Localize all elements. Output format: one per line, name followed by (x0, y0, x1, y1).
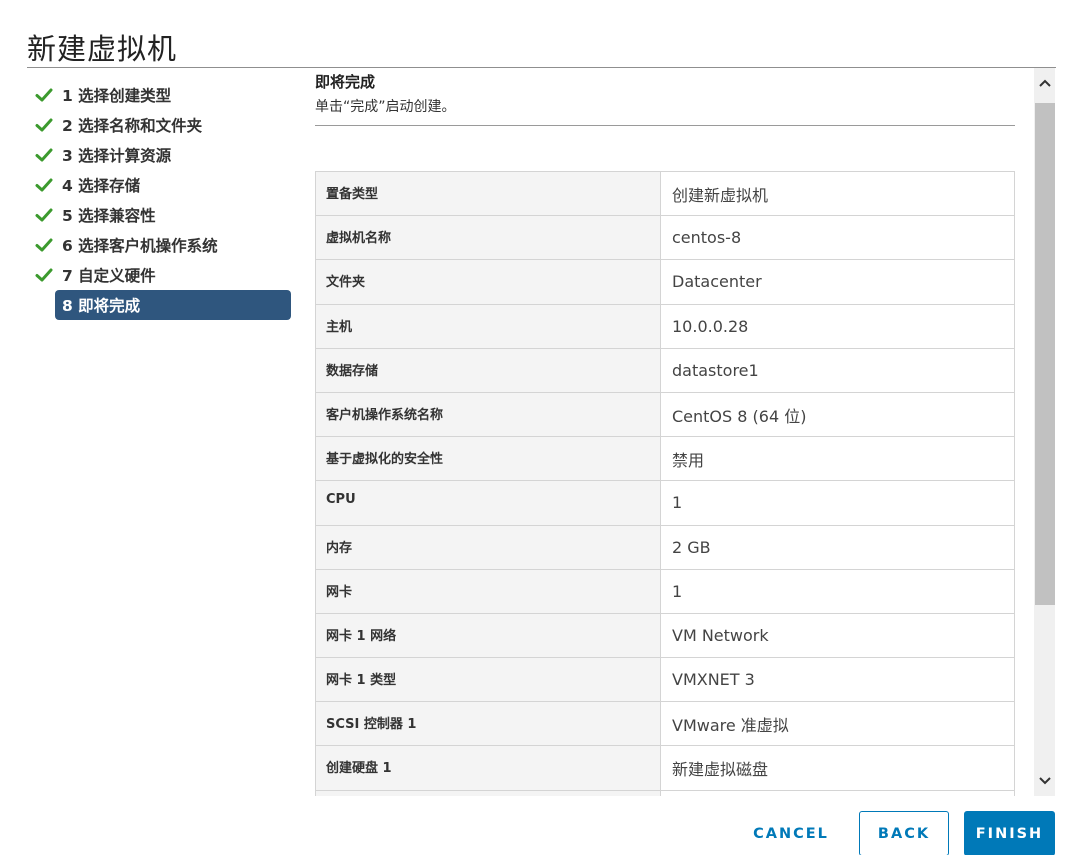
row-key: CPU (315, 480, 661, 526)
row-value: Datacenter (660, 259, 1015, 305)
table-row: 数据存储 datastore1 (315, 347, 1015, 393)
content-divider (315, 125, 1015, 126)
table-row: 虚拟机名称 centos-8 (315, 215, 1015, 261)
table-row: 网卡 1 类型 VMXNET 3 (315, 657, 1015, 703)
summary-panel: 即将完成 单击“完成”启动创建。 置备类型 创建新虚拟机 虚拟机名称 centos-… (315, 68, 1015, 796)
row-value: 1 (660, 568, 1015, 614)
row-key: 数据存储 (315, 347, 661, 393)
table-row (315, 789, 1015, 796)
step-label: 8 即将完成 (62, 297, 141, 315)
step-7[interactable]: 7 自定义硬件 (34, 260, 292, 290)
check-icon (34, 85, 54, 105)
row-key: 置备类型 (315, 170, 661, 217)
row-value: 10.0.0.28 (660, 303, 1015, 349)
row-key: SCSI 控制器 1 (315, 701, 661, 747)
vertical-scrollbar[interactable] (1034, 68, 1055, 796)
row-key: 网卡 1 网络 (315, 612, 661, 659)
step-4[interactable]: 4 选择存储 (34, 170, 292, 200)
table-row: CPU 1 (315, 480, 1015, 526)
wizard-steps: 1 选择创建类型 2 选择名称和文件夹 3 选择计算资源 4 选择存储 5 选择… (34, 80, 292, 320)
row-value: 禁用 (660, 436, 1015, 482)
check-icon (34, 175, 54, 195)
step-label: 2 选择名称和文件夹 (62, 117, 203, 135)
chevron-up-icon[interactable] (1034, 68, 1055, 98)
chevron-down-icon[interactable] (1034, 766, 1055, 796)
scrollbar-thumb[interactable] (1035, 103, 1055, 605)
row-value: VMXNET 3 (660, 657, 1015, 703)
table-row: 网卡 1 网络 VM Network (315, 612, 1015, 659)
step-label: 6 选择客户机操作系统 (62, 237, 218, 255)
check-icon (34, 205, 54, 225)
back-button[interactable]: BACK (859, 811, 949, 855)
step-8-active[interactable]: 8 即将完成 (55, 290, 291, 320)
page-subtitle: 单击“完成”启动创建。 (315, 99, 456, 115)
table-row: 基于虚拟化的安全性 禁用 (315, 436, 1015, 482)
step-label: 5 选择兼容性 (62, 207, 156, 225)
table-row: SCSI 控制器 1 VMware 准虚拟 (315, 701, 1015, 747)
check-icon (34, 265, 54, 285)
row-key: 创建硬盘 1 (315, 745, 661, 791)
step-6[interactable]: 6 选择客户机操作系统 (34, 230, 292, 260)
check-icon (34, 145, 54, 165)
table-row: 内存 2 GB (315, 524, 1015, 570)
step-2[interactable]: 2 选择名称和文件夹 (34, 110, 292, 140)
row-value: 1 (660, 480, 1015, 526)
check-icon (34, 235, 54, 255)
dialog-title: 新建虚拟机 (27, 32, 178, 66)
row-value: 创建新虚拟机 (660, 170, 1015, 217)
step-label: 4 选择存储 (62, 177, 141, 195)
row-key: 文件夹 (315, 259, 661, 305)
page-heading: 即将完成 (315, 73, 376, 91)
table-row: 创建硬盘 1 新建虚拟磁盘 (315, 745, 1015, 791)
step-3[interactable]: 3 选择计算资源 (34, 140, 292, 170)
step-1[interactable]: 1 选择创建类型 (34, 80, 292, 110)
step-label: 7 自定义硬件 (62, 267, 156, 285)
table-row: 主机 10.0.0.28 (315, 303, 1015, 349)
row-key: 主机 (315, 303, 661, 349)
row-key: 内存 (315, 524, 661, 570)
step-label: 3 选择计算资源 (62, 147, 172, 165)
row-value: 2 GB (660, 524, 1015, 570)
row-key: 网卡 1 类型 (315, 657, 661, 703)
row-value (660, 789, 1015, 796)
row-key: 基于虚拟化的安全性 (315, 436, 661, 482)
row-value: centos-8 (660, 215, 1015, 261)
step-label: 1 选择创建类型 (62, 87, 172, 105)
row-value: VM Network (660, 612, 1015, 659)
table-row: 文件夹 Datacenter (315, 259, 1015, 305)
row-value: 新建虚拟磁盘 (660, 745, 1015, 791)
finish-button[interactable]: FINISH (964, 811, 1055, 855)
step-5[interactable]: 5 选择兼容性 (34, 200, 292, 230)
table-row: 网卡 1 (315, 568, 1015, 614)
row-key (315, 789, 661, 796)
table-row: 客户机操作系统名称 CentOS 8 (64 位) (315, 391, 1015, 438)
row-key: 网卡 (315, 568, 661, 614)
summary-table: 置备类型 创建新虚拟机 虚拟机名称 centos-8 文件夹 Datacenter 主… (315, 170, 1015, 796)
row-key: 虚拟机名称 (315, 215, 661, 261)
row-value: datastore1 (660, 347, 1015, 393)
row-value: VMware 准虚拟 (660, 701, 1015, 747)
check-icon (34, 115, 54, 135)
table-row: 置备类型 创建新虚拟机 (315, 170, 1015, 217)
cancel-button[interactable]: CANCEL (746, 811, 836, 855)
row-value: CentOS 8 (64 位) (660, 391, 1015, 438)
row-key: 客户机操作系统名称 (315, 391, 661, 438)
